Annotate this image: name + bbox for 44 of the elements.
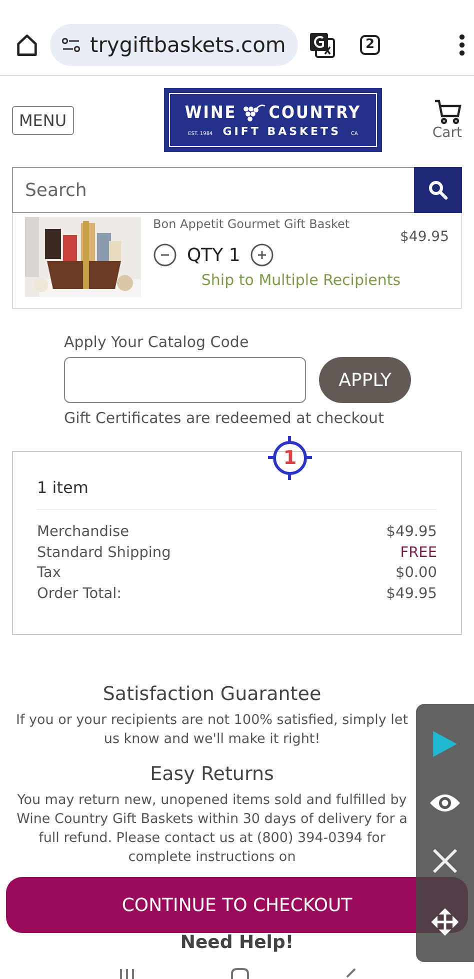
- price-text: $49.95: [400, 229, 449, 245]
- quantity-text: QTY 1: [187, 244, 240, 266]
- section-heading: Easy Returns: [150, 763, 274, 785]
- menu-button[interactable]: MENU: [12, 106, 74, 134]
- section-heading: Satisfaction Guarantee: [102, 683, 322, 705]
- plus-icon[interactable]: [250, 243, 274, 267]
- home-button-icon[interactable]: [230, 967, 250, 979]
- catalog-code-field[interactable]: [64, 357, 306, 403]
- play-icon[interactable]: [431, 728, 459, 759]
- home-icon[interactable]: [14, 32, 40, 58]
- guarantee-text: If you or your recipients are not 100% satisfied, simply let us know and we'll make it right!: [14, 711, 410, 749]
- search-icon: [428, 180, 448, 200]
- logo-text: COUNTRY: [268, 102, 362, 122]
- apply-button[interactable]: APPLY: [319, 357, 411, 403]
- note-text: Gift Certificates are redeemed at checkout: [64, 409, 385, 427]
- eye-icon[interactable]: [429, 792, 461, 814]
- translate-icon[interactable]: [308, 30, 336, 58]
- search-button[interactable]: [414, 167, 462, 213]
- cart-icon: [434, 99, 462, 125]
- item-count: 1 item: [37, 478, 88, 497]
- product-title[interactable]: Bon Appetit Gourmet Gift Basket: [153, 217, 350, 231]
- summary-label: Tax: [37, 564, 61, 583]
- url-text: trygiftbaskets.com: [90, 32, 286, 56]
- logo-text: WINE: [184, 102, 237, 122]
- summary-value: FREE: [400, 544, 437, 562]
- summary-value: $49.95: [386, 584, 437, 604]
- close-icon[interactable]: [432, 848, 458, 874]
- logo-text: GIFT BASKETS: [222, 124, 341, 138]
- search-field[interactable]: Search: [12, 167, 414, 213]
- minus-icon[interactable]: [153, 243, 177, 267]
- summary-label: Standard Shipping: [37, 544, 171, 562]
- summary-value: $0.00: [395, 564, 437, 583]
- more-options-icon[interactable]: [458, 32, 466, 56]
- returns-text: You may return new, unopened items sold and fulfilled by Wine Country Gift Baskets within 30 days of delivery for a full refund. Please contact us at (800) 394-0394 for complete instructions on: [16, 791, 408, 867]
- address-bar[interactable]: trygiftbaskets.com: [50, 24, 298, 66]
- tab-switcher-button[interactable]: 2: [360, 34, 380, 54]
- site-settings-icon[interactable]: [62, 38, 80, 52]
- summary-value: $49.95: [386, 523, 437, 542]
- summary-label: Merchandise: [37, 523, 130, 542]
- summary-label: Order Total:: [37, 584, 122, 604]
- cart-button[interactable]: Cart: [432, 99, 462, 141]
- move-icon[interactable]: [430, 907, 460, 938]
- field-label: Apply Your Catalog Code: [64, 333, 250, 351]
- section-heading: Need Help!: [180, 933, 294, 953]
